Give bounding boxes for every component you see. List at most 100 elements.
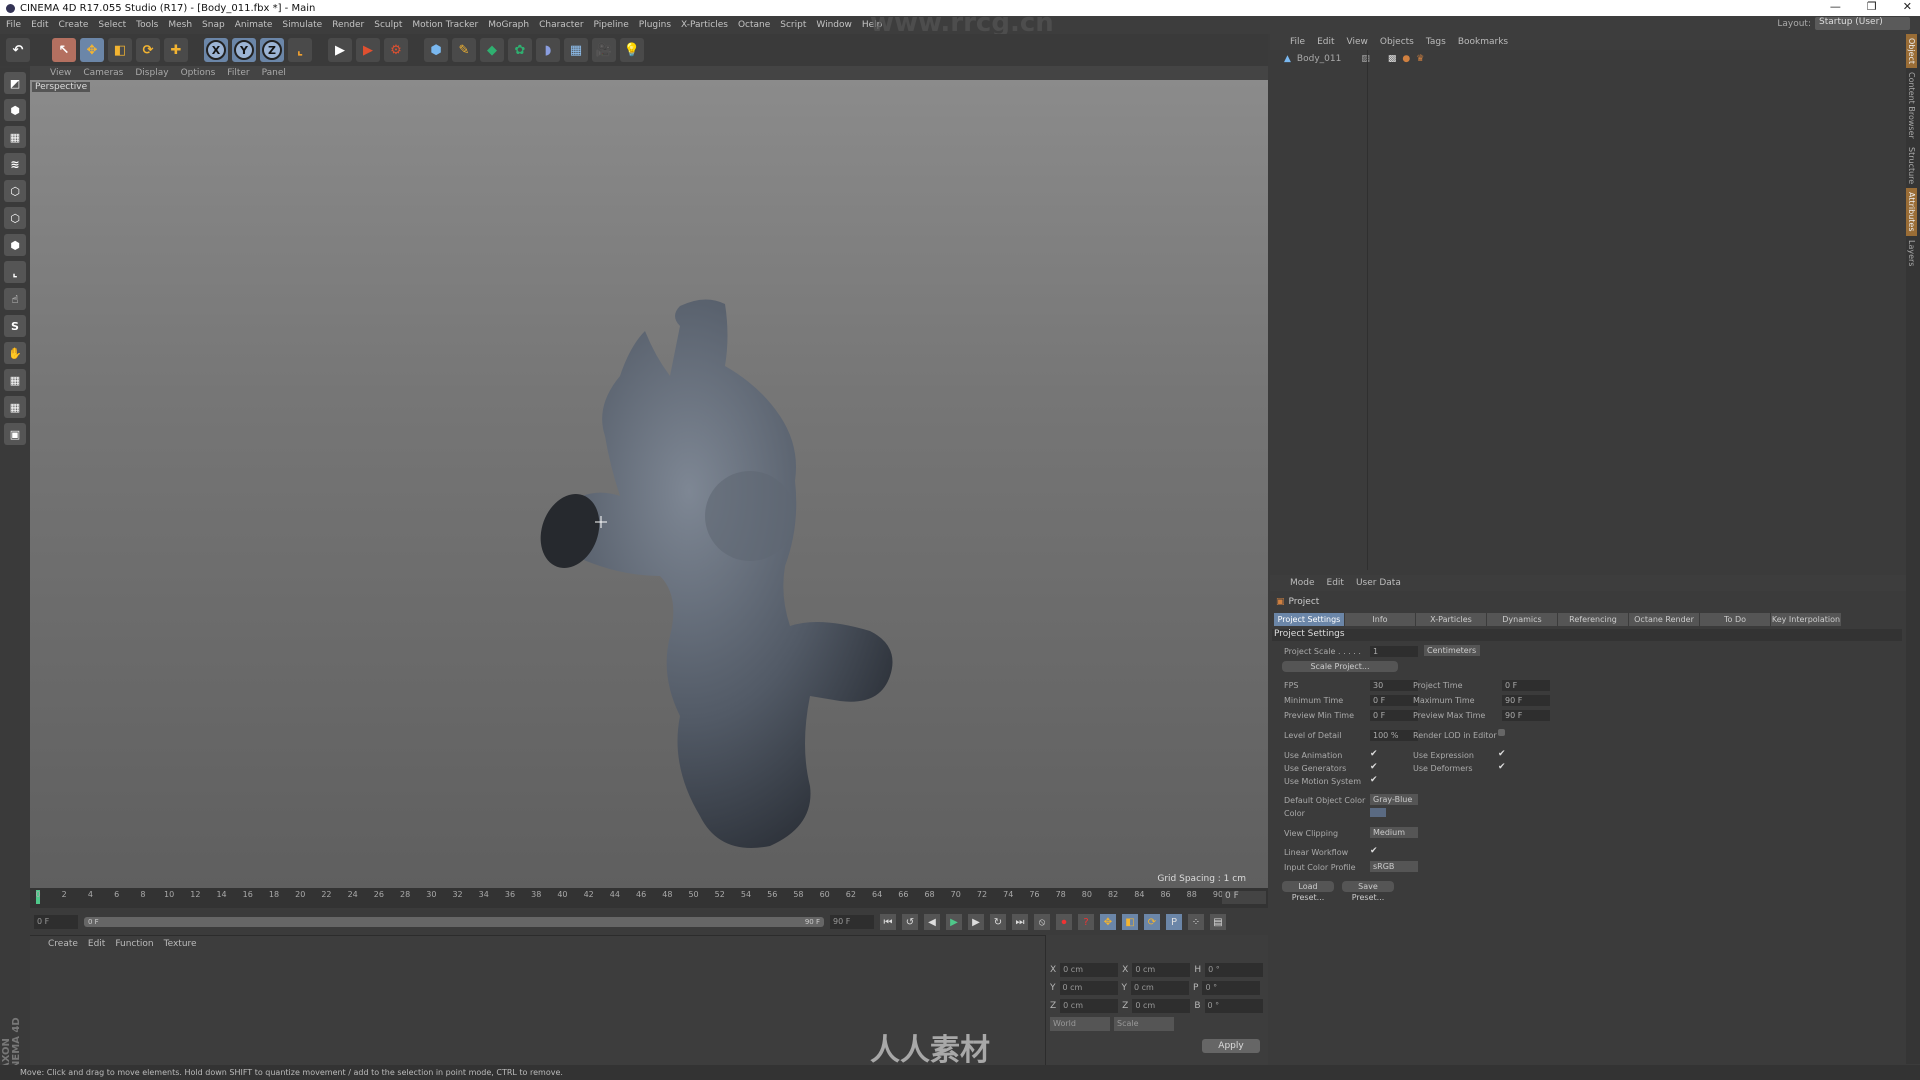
key-scale-icon[interactable]: ◧ (1122, 914, 1138, 930)
keyframe-selection-icon[interactable]: ? (1078, 914, 1094, 930)
input-color-profile-dropdown[interactable]: sRGB (1370, 861, 1418, 872)
object-menu-file[interactable]: File (1290, 37, 1305, 47)
subdivision-surface-icon[interactable]: ◆ (480, 38, 504, 62)
attribute-menu-edit[interactable]: Edit (1327, 578, 1344, 588)
project-time-field[interactable]: 0 F (1502, 680, 1550, 691)
live-selection-icon[interactable]: ✚ (164, 38, 188, 62)
undo-icon[interactable]: ↶ (6, 38, 30, 62)
object-menu-tags[interactable]: Tags (1426, 37, 1446, 47)
y-axis-lock-icon[interactable]: Y (234, 40, 254, 60)
scale-tool-icon[interactable]: ◧ (108, 38, 132, 62)
load-preset-button[interactable]: Load Preset... (1282, 881, 1334, 902)
material-menu-edit[interactable]: Edit (88, 939, 105, 949)
current-frame-field[interactable]: 0 F (1222, 891, 1266, 904)
tab-info[interactable]: Info (1345, 613, 1415, 626)
viewport-menu-options[interactable]: Options (181, 68, 216, 78)
menu-window[interactable]: Window (816, 20, 852, 30)
menu-edit[interactable]: Edit (31, 20, 48, 30)
coord-field[interactable]: 0 cm (1060, 999, 1119, 1013)
x-axis-lock-icon[interactable]: X (206, 40, 226, 60)
texture-mode-icon[interactable]: ▦ (4, 126, 26, 148)
preview-range-slider[interactable]: 0 F 90 F (84, 917, 824, 927)
go-to-end-icon[interactable]: ⏭ (1012, 914, 1028, 930)
coord-field[interactable]: 0 cm (1131, 981, 1189, 995)
menu-tools[interactable]: Tools (136, 20, 158, 30)
menu-plugins[interactable]: Plugins (639, 20, 671, 30)
render-view-icon[interactable]: ▶ (328, 38, 352, 62)
end-frame-field[interactable]: 90 F (830, 915, 874, 929)
viewport-menu-filter[interactable]: Filter (227, 68, 249, 78)
attribute-menu-user-data[interactable]: User Data (1356, 578, 1401, 588)
menu-file[interactable]: File (6, 20, 21, 30)
use-motion-checkbox[interactable]: ✔ (1370, 775, 1378, 785)
attribute-menu-mode[interactable]: Mode (1290, 578, 1315, 588)
min-time-field[interactable]: 0 F (1370, 695, 1418, 706)
color-swatch[interactable] (1370, 808, 1386, 817)
viewport-menu-panel[interactable]: Panel (262, 68, 286, 78)
object-menu-bookmarks[interactable]: Bookmarks (1458, 37, 1508, 47)
cube-primitive-icon[interactable]: ⬢ (424, 38, 448, 62)
render-lod-checkbox[interactable] (1498, 729, 1505, 736)
default-color-dropdown[interactable]: Gray-Blue (1370, 794, 1418, 805)
floor-scene-icon[interactable]: ▦ (564, 38, 588, 62)
next-frame-icon[interactable]: ▶ (968, 914, 984, 930)
max-time-field[interactable]: 90 F (1502, 695, 1550, 706)
side-tab-content-browser[interactable]: Content Browser (1906, 68, 1917, 143)
points-mode-icon[interactable]: ⬡ (4, 180, 26, 202)
viewport-menu-cameras[interactable]: Cameras (83, 68, 123, 78)
menu-octane[interactable]: Octane (738, 20, 770, 30)
pen-spline-icon[interactable]: ✎ (452, 38, 476, 62)
key-parameter-icon[interactable]: P (1166, 914, 1182, 930)
save-preset-button[interactable]: Save Preset... (1342, 881, 1394, 902)
menu-sculpt[interactable]: Sculpt (374, 20, 402, 30)
menu-pipeline[interactable]: Pipeline (594, 20, 629, 30)
apply-button[interactable]: Apply (1202, 1039, 1260, 1053)
maximize-button[interactable]: ❐ (1867, 0, 1877, 13)
workplane-lock-icon[interactable]: ▦ (4, 369, 26, 391)
deformer-icon[interactable]: ◗ (536, 38, 560, 62)
coordinate-system-icon[interactable]: ⌞ (288, 38, 312, 62)
sculpt-icon[interactable]: ✋ (4, 342, 26, 364)
preview-min-field[interactable]: 0 F (1370, 710, 1418, 721)
axis-mode-icon[interactable]: ⌞ (4, 261, 26, 283)
menu-animate[interactable]: Animate (235, 20, 273, 30)
workplane-icon[interactable]: ≋ (4, 153, 26, 175)
viewport-menu-display[interactable]: Display (135, 68, 168, 78)
next-key-icon[interactable]: ↻ (990, 914, 1006, 930)
tab-to-do[interactable]: To Do (1700, 613, 1770, 626)
coord-mode-dropdown[interactable]: World (1050, 1017, 1110, 1031)
key-rotation-icon[interactable]: ⟳ (1144, 914, 1160, 930)
checker-tag-icon[interactable]: ▩ (1388, 54, 1397, 64)
start-frame-field[interactable]: 0 F (34, 915, 78, 929)
preview-max-field[interactable]: 90 F (1502, 710, 1550, 721)
use-generators-checkbox[interactable]: ✔ (1370, 762, 1378, 772)
fps-field[interactable]: 30 (1370, 680, 1418, 691)
menu-motion-tracker[interactable]: Motion Tracker (412, 20, 478, 30)
object-menu-objects[interactable]: Objects (1380, 37, 1414, 47)
coord-field[interactable]: 0 cm (1132, 963, 1191, 977)
coord-scale-dropdown[interactable]: Scale (1114, 1017, 1174, 1031)
render-picture-viewer-icon[interactable]: ▶ (356, 38, 380, 62)
tab-x-particles[interactable]: X-Particles (1416, 613, 1486, 626)
material-menu-create[interactable]: Create (48, 939, 78, 949)
lod-field[interactable]: 100 % (1370, 730, 1418, 741)
prev-frame-icon[interactable]: ◀ (924, 914, 940, 930)
visibility-toggle-icon[interactable]: ▨ (1361, 54, 1370, 64)
use-expression-checkbox[interactable]: ✔ (1498, 749, 1506, 759)
z-axis-lock-icon[interactable]: Z (262, 40, 282, 60)
menu-select[interactable]: Select (98, 20, 126, 30)
view-clipping-dropdown[interactable]: Medium (1370, 827, 1418, 838)
key-pla-icon[interactable]: ⁘ (1188, 914, 1204, 930)
use-deformers-checkbox[interactable]: ✔ (1498, 762, 1506, 772)
tweak-mode-icon[interactable]: ☝ (4, 288, 26, 310)
make-editable-icon[interactable]: ◩ (4, 72, 26, 94)
tab-project-settings[interactable]: Project Settings (1274, 613, 1344, 626)
planar-workplane-icon[interactable]: ▦ (4, 396, 26, 418)
snap-icon[interactable]: S (4, 315, 26, 337)
material-menu-texture[interactable]: Texture (164, 939, 197, 949)
body-mesh-model[interactable] (480, 246, 1000, 866)
select-tool-icon[interactable]: ↖ (52, 38, 76, 62)
autokey-icon[interactable]: ⏺ (1056, 914, 1072, 930)
use-animation-checkbox[interactable]: ✔ (1370, 749, 1378, 759)
menu-x-particles[interactable]: X-Particles (681, 20, 728, 30)
